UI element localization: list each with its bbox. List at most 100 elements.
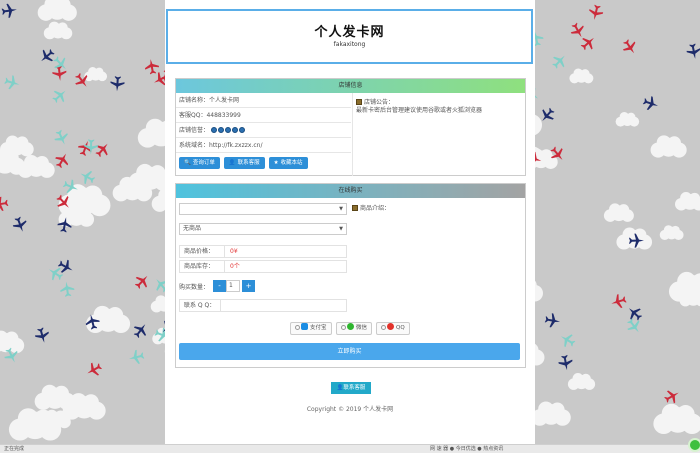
favorite-shop-button[interactable]: ★ 收藏本站: [268, 157, 308, 169]
shop-name-label: 店铺名称：: [179, 97, 210, 104]
stock-label: 商品库存：: [184, 261, 225, 272]
radio-icon: [295, 325, 300, 330]
chat-bubble-icon[interactable]: [688, 438, 700, 452]
intro-icon: [352, 205, 358, 211]
contact-service-button[interactable]: 👤 联系客服: [223, 157, 265, 169]
quantity-minus-button[interactable]: -: [213, 280, 227, 292]
chevron-down-icon: ▼: [339, 226, 343, 232]
airplane-icon: [133, 324, 146, 339]
footer-contact-button[interactable]: 👤联系客服: [331, 382, 371, 394]
airplane-icon: [12, 216, 27, 232]
product-intro-label: 商品介绍：: [360, 205, 391, 212]
airplane-icon: [570, 22, 584, 38]
airplane-icon: [629, 308, 643, 321]
airplane-icon: [544, 313, 561, 328]
airplane-icon: [41, 49, 55, 62]
quantity-input[interactable]: 1: [226, 280, 241, 292]
footer-contact-label: 联系客服: [343, 385, 366, 391]
shop-notice: 店铺公告： 最新卡密后台管理建议使用谷歌或者火狐浏览器: [352, 93, 526, 176]
cloud-shape: [17, 154, 55, 178]
cloud-shape: [0, 330, 25, 354]
airplane-icon: [134, 275, 148, 289]
domain-value[interactable]: http://fk.zxzzx.cn/: [209, 142, 262, 149]
airplane-icon: [0, 196, 9, 211]
reputation-coin-icon: [224, 127, 231, 133]
star-icon: ★: [273, 160, 279, 166]
airplane-icon: [52, 90, 66, 103]
airplane-icon: [552, 55, 565, 69]
airplane-icon: [53, 56, 66, 70]
notice-body: 最新卡密后台管理建议使用谷歌或者火狐浏览器: [356, 107, 483, 114]
reputation-icons: [210, 127, 246, 134]
airplane-icon: [87, 362, 102, 376]
reputation-coin-icon: [231, 127, 238, 133]
site-title: 个人发卡网: [314, 25, 385, 40]
service-qq-label: 客服QQ：: [179, 112, 207, 119]
pay-wechat-option[interactable]: 微信: [336, 322, 373, 335]
search-icon: 🔍: [184, 160, 191, 166]
cloud-shape: [659, 225, 684, 240]
contact-service-label: 联系客服: [237, 160, 260, 166]
category-select[interactable]: ▼: [179, 203, 347, 215]
stock-field: 商品库存： 0个: [179, 260, 347, 273]
cloud-shape: [615, 112, 640, 127]
query-order-label: 查询订单: [192, 160, 215, 166]
cloud-shape: [616, 227, 653, 250]
cloud-shape: [650, 135, 687, 158]
airplane-icon: [80, 171, 96, 185]
airplane-icon: [589, 4, 604, 20]
price-label: 商品价格：: [184, 246, 225, 257]
pay-wechat-label: 微信: [356, 325, 368, 331]
service-qq-row: 客服QQ：448833999: [176, 108, 351, 123]
airplane-icon: [110, 76, 125, 92]
browser-status-bar: 正在完成 网 速 器 ● 今日优选 ● 热点资讯: [0, 444, 700, 453]
copyright: Copyright © 2019 个人发卡网: [306, 406, 394, 413]
radio-icon: [381, 325, 386, 330]
qq-icon: [387, 323, 394, 330]
contact-qq-label: 联系 Q Q：: [184, 300, 221, 311]
airplane-icon: [84, 139, 99, 155]
domain-row: 系统域名：http://fk.zxzzx.cn/: [176, 138, 351, 153]
airplane-icon: [4, 75, 20, 90]
airplane-icon: [34, 327, 49, 343]
quantity-plus-button[interactable]: +: [242, 280, 256, 292]
airplane-icon: [55, 153, 69, 169]
airplane-icon: [60, 281, 75, 297]
reputation-coin-icon: [217, 127, 224, 133]
airplane-icon: [627, 318, 640, 333]
airplane-icon: [48, 267, 64, 281]
alipay-icon: [301, 323, 308, 330]
shop-actions: 🔍 查询订单 👤 联系客服 ★ 收藏本站: [176, 153, 351, 173]
shop-info-heading: 店铺信息: [176, 79, 525, 93]
pay-qq-option[interactable]: QQ: [376, 322, 410, 335]
airplane-icon: [57, 259, 73, 273]
airplane-icon: [664, 390, 679, 404]
favorite-shop-label: 收藏本站: [280, 160, 303, 166]
airplane-icon: [580, 37, 594, 51]
query-order-button[interactable]: 🔍 查询订单: [179, 157, 220, 169]
chevron-down-icon: ▼: [339, 206, 343, 212]
radio-icon: [341, 325, 346, 330]
site-subtitle: fakaxitong: [333, 41, 366, 48]
shop-info-panel: 店铺信息 店铺名称：个人发卡网 客服QQ：448833999 店铺信誉： 系统域…: [175, 78, 526, 176]
cloud-shape: [531, 401, 571, 426]
stock-value: 0个: [230, 263, 240, 270]
cloud-shape: [43, 21, 73, 40]
reputation-coin-icon: [210, 127, 217, 133]
reputation-coin-icon: [238, 127, 245, 133]
cloud-shape: [567, 373, 596, 390]
airplane-icon: [95, 143, 108, 158]
cloud-shape: [37, 0, 77, 21]
product-select[interactable]: 无商品 ▼: [179, 223, 347, 235]
airplane-icon: [686, 43, 700, 59]
pay-alipay-option[interactable]: 支付宝: [290, 322, 332, 335]
contact-qq-field[interactable]: 联系 Q Q：: [179, 299, 347, 312]
wechat-icon: [347, 323, 354, 330]
airplane-icon: [1, 3, 17, 18]
site-header: 个人发卡网 fakaxitong: [166, 9, 533, 64]
domain-label: 系统域名：: [179, 142, 210, 149]
price-value: 0¥: [230, 248, 238, 255]
product-select-value: 无商品: [183, 225, 202, 232]
buy-now-button[interactable]: 立即购买: [179, 343, 520, 360]
status-left: 正在完成: [4, 446, 25, 452]
